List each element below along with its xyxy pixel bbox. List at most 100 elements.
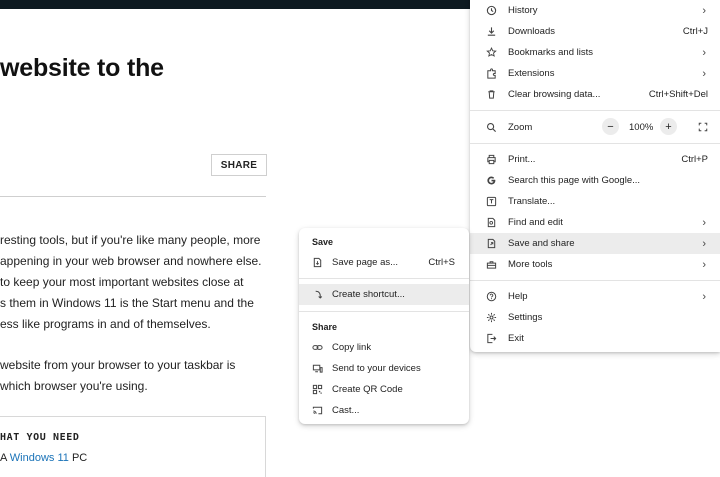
chevron-right-icon: › (702, 216, 706, 229)
share-section-header: Share (312, 322, 338, 332)
exit-icon (486, 333, 497, 344)
chevron-right-icon: › (702, 4, 706, 17)
trash-icon (486, 89, 497, 100)
chevron-right-icon: › (702, 67, 706, 80)
article-text-line: to keep your most important websites clo… (0, 275, 244, 289)
submenu-item-copy-link[interactable]: Copy link (299, 337, 469, 358)
menu-label: Help (508, 291, 528, 302)
find-page-icon (486, 217, 497, 228)
menu-label: Search this page with Google... (508, 175, 641, 186)
chevron-right-icon: › (702, 258, 706, 271)
fullscreen-icon[interactable] (697, 122, 708, 133)
cast-icon (312, 405, 323, 416)
menu-item-zoom: Zoom − 100% + (470, 116, 720, 138)
chevron-right-icon: › (702, 237, 706, 250)
menu-separator (299, 278, 469, 279)
google-icon (486, 175, 497, 186)
menu-label: More tools (508, 259, 553, 270)
need-item-suffix: PC (68, 452, 88, 464)
menu-separator (470, 143, 720, 144)
save-page-icon (312, 257, 323, 268)
share-button[interactable]: SHARE (211, 154, 267, 176)
what-you-need-item: A Windows 11 PC (0, 452, 87, 464)
submenu-item-send-to-devices[interactable]: Send to your devices (299, 358, 469, 379)
menu-label: Create QR Code (332, 384, 403, 395)
menu-item-settings[interactable]: Settings (470, 307, 720, 328)
submenu-item-qr-code[interactable]: Create QR Code (299, 379, 469, 400)
article-text-line: s them in Windows 11 is the Start menu a… (0, 296, 254, 310)
shortcut-text: Ctrl+S (428, 257, 455, 268)
what-you-need-box (0, 416, 266, 477)
save-section-header: Save (312, 237, 334, 247)
menu-label: Clear browsing data... (508, 89, 601, 100)
menu-label: Exit (508, 333, 524, 344)
zoom-level: 100% (629, 122, 654, 133)
menu-label: Create shortcut... (332, 289, 405, 300)
menu-separator (470, 280, 720, 281)
menu-item-search-with-google[interactable]: Search this page with Google... (470, 170, 720, 191)
menu-item-help[interactable]: Help › (470, 286, 720, 307)
menu-item-history[interactable]: History › (470, 0, 720, 21)
menu-item-save-and-share[interactable]: Save and share › (470, 233, 720, 254)
menu-item-translate[interactable]: Translate... (470, 191, 720, 212)
print-icon (486, 154, 497, 165)
menu-item-bookmarks[interactable]: Bookmarks and lists › (470, 42, 720, 63)
menu-separator (299, 311, 469, 312)
menu-item-extensions[interactable]: Extensions › (470, 63, 720, 84)
need-item-prefix: A (0, 452, 10, 464)
menu-item-downloads[interactable]: Downloads Ctrl+J (470, 21, 720, 42)
menu-item-exit[interactable]: Exit (470, 328, 720, 349)
help-icon (486, 291, 497, 302)
menu-label: Zoom (508, 121, 533, 133)
menu-label: Copy link (332, 342, 372, 353)
menu-label: Save page as... (332, 257, 399, 268)
shortcut-text: Ctrl+J (682, 26, 708, 37)
menu-label: Downloads (508, 26, 555, 37)
devices-icon (312, 363, 323, 374)
menu-label: Send to your devices (332, 363, 421, 374)
what-you-need-title: HAT YOU NEED (0, 432, 80, 443)
article-text-line: website from your browser to your taskba… (0, 358, 236, 372)
menu-item-more-tools[interactable]: More tools › (470, 254, 720, 275)
toolbox-icon (486, 259, 497, 270)
windows-11-link[interactable]: Windows 11 (10, 452, 69, 464)
article-headline: website to the (0, 54, 164, 82)
zoom-icon (486, 122, 497, 133)
menu-label: Bookmarks and lists (508, 47, 594, 58)
menu-item-find-and-edit[interactable]: Find and edit › (470, 212, 720, 233)
browser-main-menu: History › Downloads Ctrl+J Bookmarks and… (470, 0, 720, 352)
article-text-line: which browser you're using. (0, 379, 148, 393)
menu-label: Settings (508, 312, 543, 323)
menu-label: Extensions (508, 68, 555, 79)
shortcut-text: Ctrl+P (681, 154, 708, 165)
chevron-right-icon: › (702, 46, 706, 59)
article-text-line: resting tools, but if you're like many p… (0, 233, 261, 247)
shortcut-text: Ctrl+Shift+Del (648, 89, 708, 100)
menu-label: History (508, 5, 538, 16)
menu-item-print[interactable]: Print... Ctrl+P (470, 149, 720, 170)
gear-icon (486, 312, 497, 323)
save-and-share-submenu: Save Save page as... Ctrl+S Create short… (299, 228, 469, 424)
menu-label: Cast... (332, 405, 360, 416)
article-text-line: ess like programs in and of themselves. (0, 317, 211, 331)
translate-icon (486, 196, 497, 207)
menu-item-clear-browsing-data[interactable]: Clear browsing data... Ctrl+Shift+Del (470, 84, 720, 105)
qr-code-icon (312, 384, 323, 395)
submenu-item-create-shortcut[interactable]: Create shortcut... (299, 284, 469, 305)
menu-label: Find and edit (508, 217, 563, 228)
shortcut-arrow-icon (312, 289, 323, 300)
submenu-item-save-page[interactable]: Save page as... Ctrl+S (299, 252, 469, 273)
chevron-right-icon: › (702, 290, 706, 303)
submenu-item-cast[interactable]: Cast... (299, 400, 469, 421)
menu-label: Save and share (508, 238, 575, 249)
puzzle-icon (486, 68, 497, 79)
save-share-icon (486, 238, 497, 249)
menu-label: Print... (508, 154, 536, 165)
zoom-out-button[interactable]: − (602, 118, 619, 135)
article-text-line: appening in your web browser and nowhere… (0, 254, 262, 268)
download-icon (486, 26, 497, 37)
link-icon (312, 342, 323, 353)
star-icon (486, 47, 497, 58)
zoom-in-button[interactable]: + (660, 118, 677, 135)
menu-separator (470, 110, 720, 111)
